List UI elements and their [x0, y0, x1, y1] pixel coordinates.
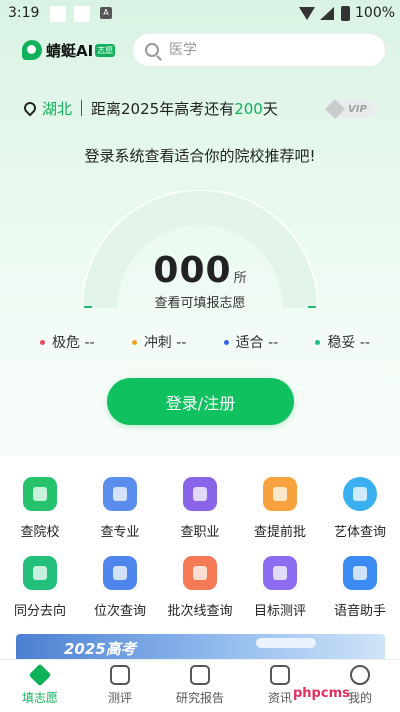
tool-target-assessment[interactable]: 目标测评	[240, 556, 320, 619]
tool-same-score[interactable]: 同分去向	[0, 556, 80, 619]
level-label: 极危 --	[52, 335, 95, 351]
level-dot	[223, 339, 229, 345]
matched-school-count: 000 所	[0, 250, 400, 291]
status-bar: 3:19 A 100%	[0, 0, 400, 28]
level-label: 适合 --	[235, 335, 279, 351]
watermark: phpcms	[293, 686, 350, 701]
countdown-prefix: 距离2025年高考还有	[91, 99, 235, 118]
tool-label: 查院校	[20, 525, 60, 540]
countdown-days: 200	[234, 99, 263, 118]
location-row: 湖北 距离2025年高考还有200天	[21, 97, 278, 119]
search-bar[interactable]	[132, 33, 386, 67]
calendar-icon	[263, 477, 297, 511]
rank-icon	[103, 556, 137, 590]
tool-label: 位次查询	[93, 604, 146, 619]
nav-label: 研究报告	[175, 691, 224, 705]
smile-icon	[350, 665, 370, 685]
login-prompt: 登录系统查看适合你的院校推荐吧!	[84, 147, 316, 165]
tool-label: 批次线查询	[167, 604, 233, 619]
tool-label: 艺体查询	[333, 525, 386, 540]
dragonfly-logo-icon	[22, 40, 42, 60]
tool-label: 查专业	[100, 525, 140, 540]
banner-title: 2025高考	[64, 640, 136, 658]
report-icon	[190, 665, 210, 685]
tool-label: 查职业	[180, 525, 220, 540]
level-label: 稳妥 --	[327, 335, 370, 351]
school-icon	[23, 477, 57, 511]
search-icon	[145, 43, 159, 57]
direction-icon	[23, 556, 57, 590]
tool-early-batch[interactable]: 查提前批	[240, 477, 320, 540]
trend-icon	[183, 556, 217, 590]
tool-career-search[interactable]: 查职业	[160, 477, 240, 540]
tool-label: 查提前批	[253, 525, 306, 540]
level-danger: 极危 --	[40, 332, 95, 352]
logo-text: 蜻蜓AI	[46, 41, 94, 60]
logo-badge: 志愿	[95, 43, 116, 57]
level-label: 冲刺 --	[143, 335, 187, 351]
nav-research-report[interactable]: 研究报告	[160, 660, 240, 712]
province-selector[interactable]: 湖北	[42, 98, 72, 119]
status-time: 3:19	[8, 5, 40, 21]
level-safe: 稳妥 --	[315, 332, 370, 352]
signal-icon	[320, 7, 334, 20]
tool-voice-assistant[interactable]: 语音助手	[320, 556, 400, 619]
notification-icon	[74, 6, 90, 22]
school-count-unit: 所	[233, 271, 247, 286]
countdown-suffix: 天	[262, 99, 278, 118]
tool-rank-query[interactable]: 位次查询	[80, 556, 160, 619]
school-count-value: 000	[153, 250, 232, 291]
briefcase-icon	[183, 477, 217, 511]
airplane-icon	[256, 638, 316, 648]
tool-major-search[interactable]: 查专业	[80, 477, 160, 540]
app-logo: 蜻蜓AI 志愿	[22, 38, 116, 62]
notification-a-icon: A	[100, 7, 112, 19]
divider	[81, 100, 83, 116]
palette-icon	[343, 477, 377, 511]
nav-fill-application[interactable]: 填志愿	[0, 660, 80, 712]
tool-label: 同分去向	[13, 604, 66, 619]
level-dot	[131, 339, 137, 345]
tool-school-search[interactable]: 查院校	[0, 477, 80, 540]
vip-badge[interactable]: VIP	[325, 99, 376, 119]
pencil-icon	[28, 663, 52, 687]
level-match: 适合 --	[223, 332, 279, 352]
risk-levels: 极危 -- 冲刺 -- 适合 -- 稳妥 --	[40, 332, 370, 352]
location-pin-icon	[21, 99, 39, 117]
nav-label: 测评	[107, 691, 132, 705]
message-icon	[270, 665, 290, 685]
tool-batch-line[interactable]: 批次线查询	[160, 556, 240, 619]
tool-label: 语音助手	[333, 604, 386, 619]
target-icon	[263, 556, 297, 590]
battery-icon	[341, 6, 350, 21]
search-input[interactable]	[169, 42, 369, 58]
exam-countdown: 距离2025年高考还有200天	[91, 98, 278, 119]
nav-label: 填志愿	[21, 691, 58, 705]
chart-icon	[110, 665, 130, 685]
level-reach: 冲刺 --	[131, 332, 187, 352]
level-dot	[40, 339, 45, 345]
nav-assessment[interactable]: 测评	[80, 660, 160, 712]
vip-label: VIP	[348, 103, 367, 115]
major-icon	[103, 477, 137, 511]
wifi-icon	[299, 7, 315, 20]
microphone-icon	[343, 556, 377, 590]
login-register-button[interactable]: 登录/注册	[107, 378, 294, 425]
battery-level: 100%	[355, 5, 396, 21]
tool-arts-sports[interactable]: 艺体查询	[320, 477, 400, 540]
level-dot	[315, 339, 321, 345]
notification-icon	[50, 6, 66, 22]
gauge-subtitle: 查看可填报志愿	[154, 296, 246, 311]
tool-label: 目标测评	[253, 604, 306, 619]
